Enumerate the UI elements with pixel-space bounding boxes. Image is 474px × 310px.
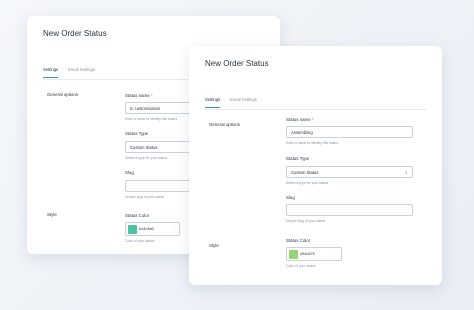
status-type-label: Status Type [286, 156, 310, 161]
status-type-value: Custom Status [130, 145, 158, 150]
general-options-label: General options [209, 122, 240, 127]
status-name-input[interactable]: Assembling [286, 126, 413, 138]
palette-icon[interactable]: ◌ [335, 251, 338, 257]
required-marker: * [150, 93, 153, 98]
slug-input[interactable] [286, 204, 413, 216]
color-hex-value: #43c3a6 [139, 227, 154, 231]
chevron-updown-icon: ⇕ [404, 170, 408, 175]
tab-bar: Settings Email Settings [43, 67, 95, 78]
color-swatch [289, 250, 298, 259]
status-name-hint: Enter a name to identify this status [125, 117, 178, 121]
tab-divider [205, 109, 426, 110]
tab-email-settings[interactable]: Email Settings [68, 67, 95, 78]
status-type-hint: Select a type for your status [125, 156, 168, 160]
status-color-hint: Color of your status [286, 264, 316, 268]
style-label: Style [47, 212, 57, 217]
status-type-hint: Select a type for your status [286, 181, 329, 185]
status-color-picker[interactable]: #94d475 ◌ [286, 247, 342, 261]
status-type-label: Status Type [125, 131, 149, 136]
status-color-picker[interactable]: #43c3a6 ◌ [125, 222, 180, 236]
tab-bar: Settings Email Settings [205, 97, 257, 108]
general-options-label: General options [47, 92, 78, 97]
status-color-label: Status Color [125, 213, 150, 218]
background: New Order Status Settings Email Settings… [0, 0, 474, 310]
status-type-value: Custom Status [291, 170, 319, 175]
page-title: New Order Status [205, 59, 269, 68]
palette-icon[interactable]: ◌ [173, 226, 176, 232]
front-order-status-card: New Order Status Settings Email Settings… [189, 46, 442, 285]
tab-settings[interactable]: Settings [205, 97, 221, 108]
status-color-hint: Color of your status [125, 239, 155, 243]
page-title: New Order Status [43, 29, 107, 38]
style-label: Style [209, 243, 219, 248]
status-name-label: Status name * [286, 117, 314, 122]
slug-label: Slug [286, 195, 295, 200]
tab-email-settings[interactable]: Email Settings [230, 97, 257, 108]
status-color-label: Status Color [286, 238, 311, 243]
tab-settings[interactable]: Settings [43, 67, 59, 78]
slug-hint: Unique slug of your status [125, 195, 165, 199]
slug-hint: Unique slug of your status [286, 219, 326, 223]
status-name-label-text: Status name [125, 93, 150, 98]
status-type-select[interactable]: Custom Status ⇕ [286, 166, 413, 178]
status-name-hint: Enter a name to identify this status [286, 141, 339, 145]
slug-label: Slug [125, 170, 134, 175]
required-marker: * [311, 117, 314, 122]
status-name-label: Status name * [125, 93, 153, 98]
color-swatch [128, 225, 137, 234]
color-hex-value: #94d475 [300, 252, 315, 256]
status-name-label-text: Status name [286, 117, 311, 122]
